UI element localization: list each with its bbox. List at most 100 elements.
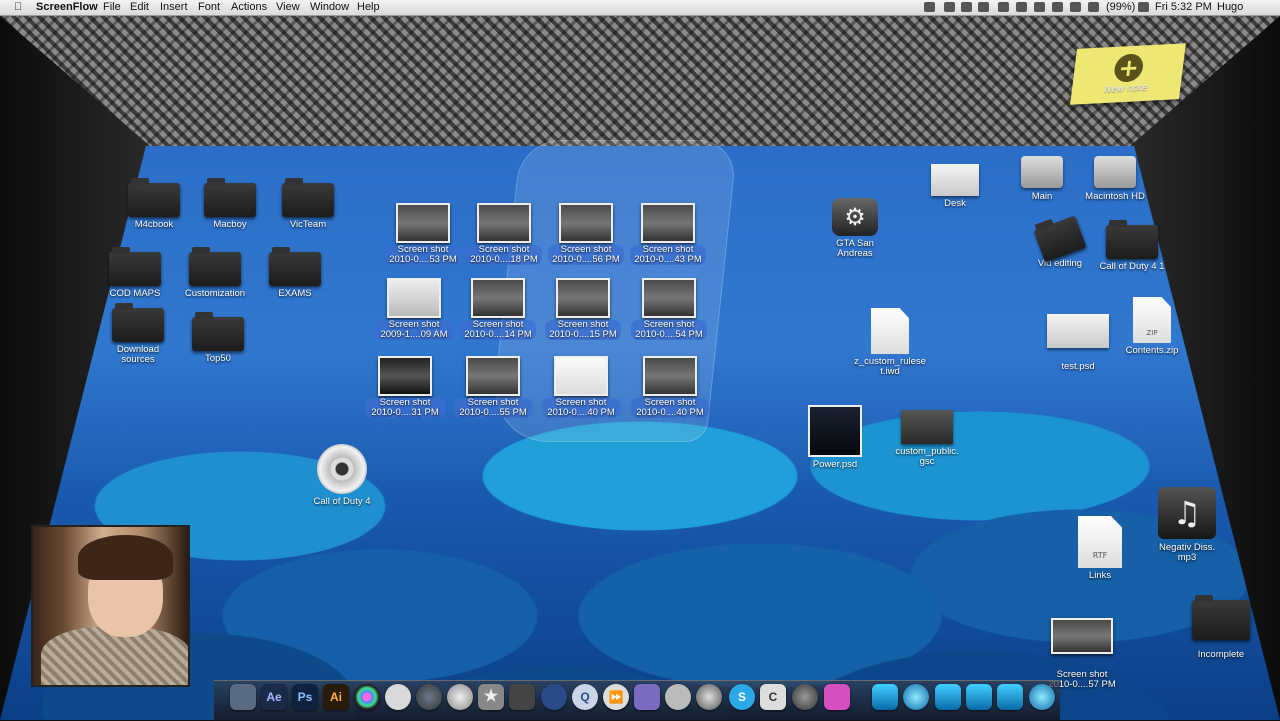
file-label: Negativ Diss. mp3 xyxy=(1159,542,1215,563)
dock-gear-icon[interactable] xyxy=(447,684,473,710)
drive-main[interactable]: Main xyxy=(1014,156,1070,202)
dock-stack-icon[interactable] xyxy=(966,684,992,710)
dock-pen-icon[interactable] xyxy=(634,684,660,710)
tray-bluetooth-icon[interactable] xyxy=(1052,2,1063,12)
file-custom-public-gsc[interactable]: custom_public. gsc xyxy=(888,410,966,467)
file-label: Call of Duty 4 xyxy=(313,496,371,507)
file-links-rtf[interactable]: RTF Links xyxy=(1070,516,1130,581)
folder-exams[interactable]: EXAMS xyxy=(265,247,325,299)
tray-capture-icon[interactable] xyxy=(1016,2,1027,12)
menu-insert[interactable]: Insert xyxy=(160,1,188,14)
file-label: Contents.zip xyxy=(1125,345,1179,356)
apple-menu-icon[interactable]:  xyxy=(14,1,22,14)
dock-stack-icon[interactable] xyxy=(903,684,929,710)
menu-app-name[interactable]: ScreenFlow xyxy=(36,1,98,14)
folder-top50[interactable]: Top50 xyxy=(188,312,248,364)
tray-printer-icon[interactable] xyxy=(1034,2,1045,12)
dock-c-icon[interactable]: C xyxy=(760,684,786,710)
battery-percent[interactable]: (99%) xyxy=(1106,1,1135,14)
folder-customization[interactable]: Customization xyxy=(180,247,250,299)
tray-tool-icon[interactable] xyxy=(961,2,972,12)
drive-macintosh-hd[interactable]: Macintosh HD xyxy=(1080,156,1150,202)
menu-edit[interactable]: Edit xyxy=(130,1,149,14)
screenshot-thumbnail xyxy=(643,356,697,396)
tray-mail-icon[interactable] xyxy=(924,2,935,12)
file-z-custom-ruleset[interactable]: z_custom_rulese t.iwd xyxy=(848,308,932,377)
file-power-psd[interactable]: Power.psd xyxy=(800,405,870,470)
plus-icon: + xyxy=(1112,53,1145,83)
folder-macboy[interactable]: Macboy xyxy=(200,178,260,230)
file-negativ-diss-mp3[interactable]: ♫ Negativ Diss. mp3 xyxy=(1150,487,1224,563)
screenshot-file[interactable]: Screen shot 2010-0....14 PM xyxy=(460,278,536,340)
dock-globe-icon[interactable] xyxy=(416,684,442,710)
dock-ffw-icon[interactable]: ⏩ xyxy=(603,684,629,710)
screenshot-thumbnail xyxy=(642,278,696,318)
screenshot-file[interactable]: Screen shot 2010-0....40 PM xyxy=(542,356,620,418)
screenshot-file[interactable]: Screen shot 2010-0....53 PM xyxy=(385,203,461,265)
dock-illustrator-icon[interactable]: Ai xyxy=(323,684,349,710)
dock-downloads-stack-icon[interactable] xyxy=(997,684,1023,710)
folder-cod-maps[interactable]: COD MAPS xyxy=(104,247,166,299)
tray-display-icon[interactable] xyxy=(998,2,1009,12)
screenshot-file[interactable]: Screen shot 2010-0....15 PM xyxy=(545,278,621,340)
menu-file[interactable]: File xyxy=(103,1,121,14)
dock-q-icon[interactable]: Q xyxy=(572,684,598,710)
battery-icon[interactable] xyxy=(1138,2,1149,12)
dock-sphere-icon[interactable] xyxy=(824,684,850,710)
app-gta-san-andreas[interactable]: ⚙ GTA San Andreas xyxy=(823,198,887,259)
screenshot-file[interactable]: Screen shot 2010-0....55 PM xyxy=(454,356,532,418)
file-contents-zip[interactable]: ZIP Contents.zip xyxy=(1120,297,1184,356)
folder-victeam[interactable]: VicTeam xyxy=(278,178,338,230)
screenshot-file[interactable]: Screen shot 2010-0....31 PM xyxy=(365,356,445,418)
screenshot-file[interactable]: Screen shot 2009-1....09 AM xyxy=(374,278,454,340)
menu-user[interactable]: Hugo xyxy=(1217,1,1243,14)
tray-gear-icon[interactable] xyxy=(978,2,989,12)
new-note-label: New note xyxy=(1103,82,1149,96)
folder-download-sources[interactable]: Download sources xyxy=(108,303,168,365)
folder-label: M4cbook xyxy=(134,219,174,230)
folder-icon xyxy=(128,178,180,217)
dock-after-effects-icon[interactable]: Ae xyxy=(261,684,287,710)
menu-window[interactable]: Window xyxy=(310,1,349,14)
folder-icon xyxy=(1192,595,1250,640)
dock-skype-icon[interactable]: S xyxy=(729,684,755,710)
file-test-psd[interactable]: test.psd xyxy=(1040,314,1116,372)
folder-incomplete[interactable]: Incomplete xyxy=(1186,595,1256,660)
dock-finder-icon[interactable] xyxy=(230,684,256,710)
dock-quicktime-icon[interactable] xyxy=(541,684,567,710)
screenshot-file[interactable]: Screen shot 2010-0....18 PM xyxy=(466,203,542,265)
dock-stack-icon[interactable] xyxy=(935,684,961,710)
file-label: test.psd xyxy=(1061,361,1095,372)
dock-clock-icon[interactable] xyxy=(792,684,818,710)
folder-m4cbook[interactable]: M4cbook xyxy=(124,178,184,230)
dock-stack-icon[interactable] xyxy=(872,684,898,710)
dock-animal-app-icon[interactable] xyxy=(385,684,411,710)
rtf-badge: RTF xyxy=(1092,551,1108,560)
tray-volume-icon[interactable] xyxy=(1088,2,1099,12)
new-note-button[interactable]: + New note xyxy=(1070,43,1186,105)
menu-font[interactable]: Font xyxy=(198,1,220,14)
dock-call-of-duty-icon[interactable] xyxy=(696,684,722,710)
file-label: Screen shot 2010-0....40 PM xyxy=(542,398,620,418)
menu-help[interactable]: Help xyxy=(357,1,380,14)
dock-photoshop-icon[interactable]: Ps xyxy=(292,684,318,710)
screenshot-file[interactable]: Screen shot 2010-0....56 PM xyxy=(548,203,624,265)
screenshot-file[interactable]: Screen shot 2010-0....43 PM xyxy=(630,203,706,265)
dock-star-icon[interactable]: ★ xyxy=(478,684,504,710)
screenshot-thumbnail xyxy=(554,356,608,396)
dock-gamepad-icon[interactable] xyxy=(665,684,691,710)
menu-actions[interactable]: Actions xyxy=(231,1,267,14)
tray-wifi-icon[interactable] xyxy=(1070,2,1081,12)
dock-movie-icon[interactable] xyxy=(509,684,535,710)
file-vid-editing[interactable]: Vid editing xyxy=(1030,215,1090,269)
screenshot-file[interactable]: Screen shot 2010-0....54 PM xyxy=(631,278,707,340)
folder-desk[interactable]: Desk xyxy=(925,164,985,209)
tray-recorder-icon[interactable] xyxy=(944,2,955,12)
menu-view[interactable]: View xyxy=(276,1,300,14)
dock-trash-icon[interactable] xyxy=(1029,684,1055,710)
dock-aperture-icon[interactable] xyxy=(354,684,380,710)
disc-call-of-duty-4[interactable]: Call of Duty 4 xyxy=(304,444,380,507)
screenshot-file[interactable]: Screen shot 2010-0....40 PM xyxy=(631,356,709,418)
menu-clock[interactable]: Fri 5:32 PM xyxy=(1155,1,1212,14)
folder-call-of-duty-4-1[interactable]: Call of Duty 4 1 xyxy=(1092,220,1172,272)
